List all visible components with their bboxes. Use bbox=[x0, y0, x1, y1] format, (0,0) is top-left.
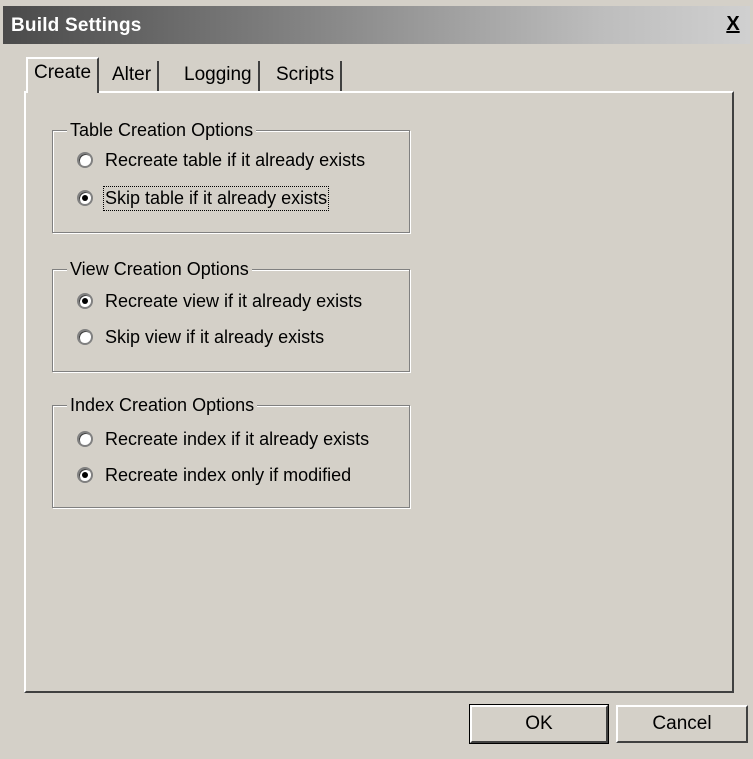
table-creation-options-label: Table Creation Options bbox=[67, 118, 257, 142]
create-tab-panel: Table Creation Options Recreate table if… bbox=[24, 91, 734, 693]
recreate-view-option[interactable]: Recreate view if it already exists bbox=[77, 286, 362, 316]
table-creation-options-group: Table Creation Options Recreate table if… bbox=[52, 118, 410, 233]
recreate-index-label: Recreate index if it already exists bbox=[105, 428, 370, 449]
skip-table-label: Skip table if it already exists bbox=[102, 185, 330, 211]
skip-view-radio[interactable] bbox=[77, 329, 93, 345]
skip-view-label: Skip view if it already exists bbox=[105, 326, 325, 347]
title-bar[interactable]: Build Settings X bbox=[3, 6, 750, 44]
build-settings-dialog: Build Settings X Create Alter Logging Sc… bbox=[0, 0, 753, 759]
tab-scripts[interactable]: Scripts bbox=[270, 61, 343, 91]
tab-alter[interactable]: Alter bbox=[106, 61, 160, 91]
recreate-table-label: Recreate table if it already exists bbox=[105, 149, 366, 170]
recreate-index-radio[interactable] bbox=[77, 431, 93, 447]
recreate-table-radio[interactable] bbox=[77, 152, 93, 168]
index-creation-options-label: Index Creation Options bbox=[67, 393, 258, 417]
recreate-index-modified-radio[interactable] bbox=[77, 467, 93, 483]
skip-table-option[interactable]: Skip table if it already exists bbox=[77, 183, 330, 213]
close-button[interactable]: X bbox=[720, 12, 746, 36]
recreate-index-option[interactable]: Recreate index if it already exists bbox=[77, 424, 369, 454]
window-title: Build Settings bbox=[11, 15, 142, 36]
recreate-view-label: Recreate view if it already exists bbox=[105, 290, 363, 311]
skip-view-option[interactable]: Skip view if it already exists bbox=[77, 322, 324, 352]
recreate-view-radio[interactable] bbox=[77, 293, 93, 309]
tab-logging[interactable]: Logging bbox=[178, 61, 260, 91]
recreate-table-option[interactable]: Recreate table if it already exists bbox=[77, 145, 365, 175]
recreate-index-modified-option[interactable]: Recreate index only if modified bbox=[77, 460, 351, 490]
skip-table-radio[interactable] bbox=[77, 190, 93, 206]
recreate-index-modified-label: Recreate index only if modified bbox=[105, 464, 352, 485]
index-creation-options-group: Index Creation Options Recreate index if… bbox=[52, 393, 410, 508]
view-creation-options-group: View Creation Options Recreate view if i… bbox=[52, 257, 410, 372]
view-creation-options-label: View Creation Options bbox=[67, 257, 252, 281]
tab-create[interactable]: Create bbox=[26, 57, 100, 93]
ok-button[interactable]: OK bbox=[469, 704, 609, 744]
cancel-button[interactable]: Cancel bbox=[616, 705, 748, 743]
